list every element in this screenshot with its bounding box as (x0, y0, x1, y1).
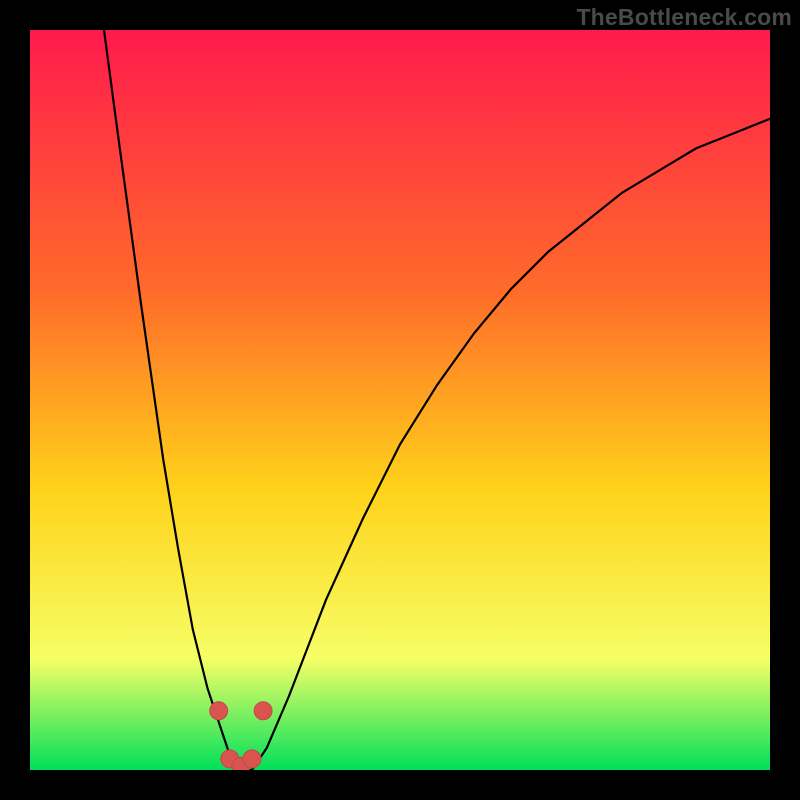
watermark-text: TheBottleneck.com (576, 4, 792, 31)
chart-frame (30, 30, 770, 770)
bottleneck-plot (30, 30, 770, 770)
data-point-marker (243, 750, 261, 768)
gradient-background (30, 30, 770, 770)
data-point-marker (254, 702, 272, 720)
data-point-marker (210, 702, 228, 720)
